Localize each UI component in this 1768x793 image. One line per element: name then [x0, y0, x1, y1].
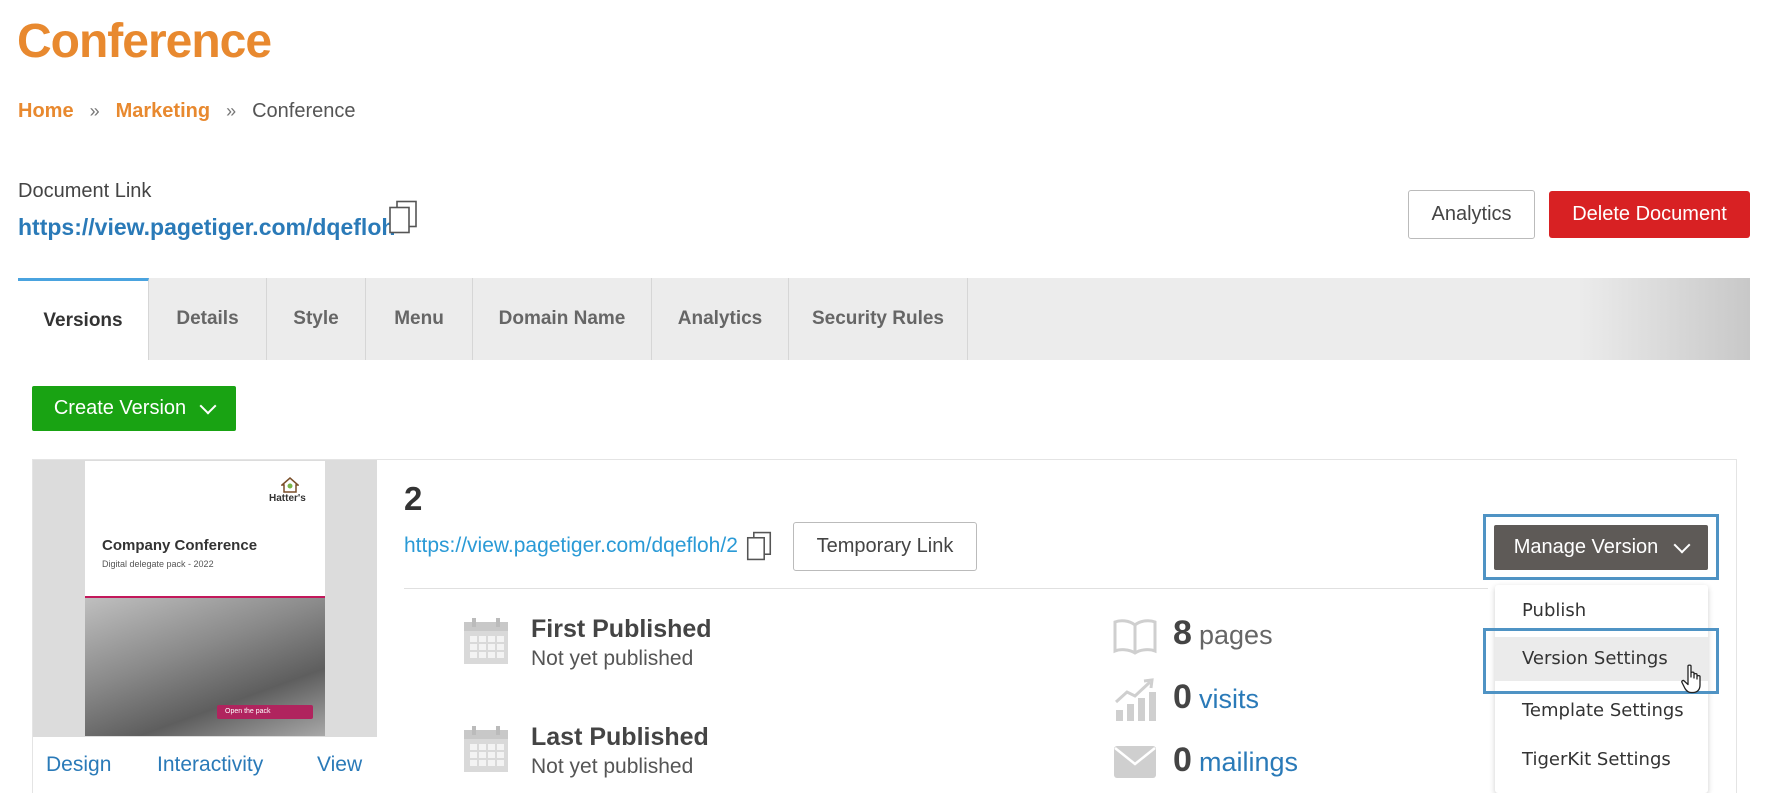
interactivity-link[interactable]: Interactivity — [157, 753, 263, 777]
breadcrumb-current: Conference — [252, 100, 356, 122]
brand-logo-icon — [281, 477, 299, 493]
calendar-icon — [464, 618, 508, 664]
document-link-url[interactable]: https://view.pagetiger.com/dqefloh — [18, 214, 395, 241]
visits-link[interactable]: visits — [1199, 684, 1259, 715]
tab-menu[interactable]: Menu — [366, 278, 473, 360]
first-published-title: First Published — [531, 615, 712, 643]
tab-security-rules[interactable]: Security Rules — [789, 278, 968, 360]
envelope-icon — [1114, 746, 1156, 778]
mailings-count: 0 — [1173, 741, 1192, 779]
divider — [404, 588, 1488, 589]
version-url-link[interactable]: https://view.pagetiger.com/dqefloh/2 — [404, 534, 738, 558]
menu-item-tigerkit-settings[interactable]: TigerKit Settings — [1495, 738, 1708, 782]
delete-document-button[interactable]: Delete Document — [1549, 191, 1750, 238]
tab-details[interactable]: Details — [149, 278, 267, 360]
visits-count: 0 — [1173, 678, 1192, 716]
version-number: 2 — [404, 480, 423, 517]
chart-growth-icon — [1114, 678, 1156, 721]
breadcrumb: Home » Marketing » Conference — [18, 100, 355, 123]
manage-version-button[interactable]: Manage Version — [1494, 525, 1708, 570]
breadcrumb-home-link[interactable]: Home — [18, 100, 74, 123]
design-link[interactable]: Design — [46, 753, 111, 777]
manage-version-label: Manage Version — [1513, 536, 1659, 558]
breadcrumb-separator: » — [226, 101, 237, 121]
hand-cursor-icon — [1681, 664, 1701, 694]
cover-subtitle: Digital delegate pack - 2022 — [102, 559, 214, 569]
view-link[interactable]: View — [317, 753, 362, 777]
mailings-link[interactable]: mailings — [1199, 747, 1298, 778]
book-icon — [1113, 619, 1157, 655]
chevron-down-icon — [199, 397, 217, 414]
create-version-label: Create Version — [53, 397, 187, 419]
document-link-label: Document Link — [18, 180, 152, 202]
tab-analytics[interactable]: Analytics — [652, 278, 789, 360]
copy-icon[interactable] — [746, 531, 772, 561]
pages-count: 8 — [1173, 614, 1192, 652]
menu-item-publish[interactable]: Publish — [1495, 589, 1708, 633]
chevron-down-icon — [1673, 536, 1691, 553]
version-thumbnail[interactable]: Hatter's Company Conference Digital dele… — [85, 461, 325, 736]
breadcrumb-separator: » — [89, 101, 100, 121]
page-title: Conference — [17, 15, 272, 68]
breadcrumb-marketing-link[interactable]: Marketing — [116, 100, 210, 123]
tab-style[interactable]: Style — [267, 278, 366, 360]
menu-item-template-settings[interactable]: Template Settings — [1495, 689, 1708, 733]
analytics-button[interactable]: Analytics — [1408, 190, 1535, 239]
create-version-button[interactable]: Create Version — [32, 386, 236, 431]
cover-brand: Hatter's — [269, 493, 306, 504]
tab-bar: Versions Details Style Menu Domain Name … — [18, 278, 1750, 360]
last-published-value: Not yet published — [531, 755, 694, 778]
last-published-title: Last Published — [531, 723, 709, 751]
tab-domain-name[interactable]: Domain Name — [473, 278, 652, 360]
temporary-link-button[interactable]: Temporary Link — [793, 522, 977, 571]
cover-open-button: Open the pack — [217, 705, 313, 719]
cover-title: Company Conference — [102, 537, 258, 554]
calendar-icon — [464, 726, 508, 772]
first-published-value: Not yet published — [531, 647, 694, 670]
tab-versions[interactable]: Versions — [18, 278, 149, 360]
copy-icon[interactable] — [388, 200, 418, 234]
pages-label: pages — [1199, 620, 1273, 650]
